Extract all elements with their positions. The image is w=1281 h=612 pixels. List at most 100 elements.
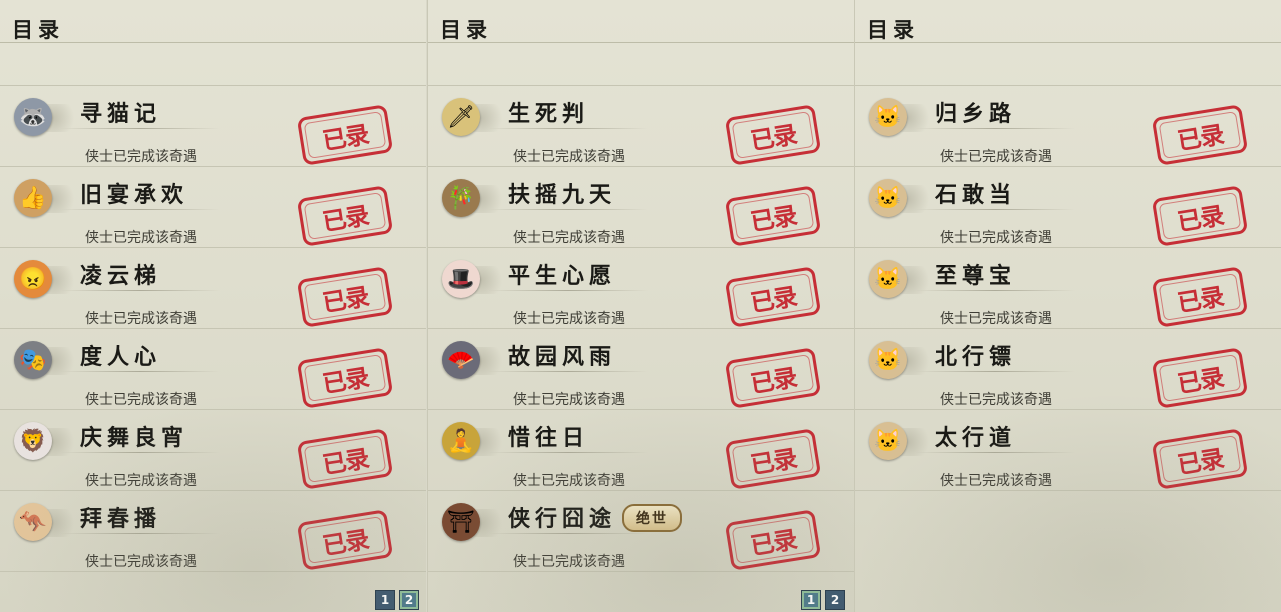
golden-buddha-icon: 🧘 — [442, 422, 480, 460]
adventure-entry[interactable]: 🦘 拜春播 侠士已完成该奇遇 已录 — [0, 490, 426, 572]
pavilion-icon: ⛩ — [442, 503, 480, 541]
page-header-title: 目录 — [867, 17, 919, 42]
adventure-status: 侠士已完成该奇遇 — [85, 392, 197, 408]
adventure-icon-frame: 🗡 — [440, 94, 508, 140]
adventure-title: 归乡路 — [935, 101, 1017, 127]
adventure-entry[interactable]: 🐱 石敢当 侠士已完成该奇遇 已录 — [855, 166, 1281, 247]
completed-stamp: 已录 — [1151, 428, 1249, 490]
page-2-button[interactable]: 2 — [399, 590, 419, 610]
adventure-entry[interactable]: ⛩ 侠行囧途 绝世 侠士已完成该奇遇 已录 — [428, 490, 854, 572]
completed-stamp: 已录 — [1151, 104, 1249, 166]
completed-stamp: 已录 — [724, 347, 822, 409]
completed-stamp: 已录 — [1151, 266, 1249, 328]
adventure-entry[interactable]: 😠 凌云梯 侠士已完成该奇遇 已录 — [0, 247, 426, 328]
adventure-title: 生死判 — [508, 101, 590, 127]
adventure-entry[interactable]: 🐱 北行镖 侠士已完成该奇遇 已录 — [855, 328, 1281, 409]
adventure-title: 寻猫记 — [80, 101, 162, 127]
completed-stamp: 已录 — [296, 428, 394, 490]
bamboo-icon: 🎋 — [442, 179, 480, 217]
adventure-status: 侠士已完成该奇遇 — [85, 554, 197, 570]
completed-stamp: 已录 — [296, 185, 394, 247]
completed-stamp: 已录 — [724, 185, 822, 247]
adventure-entry[interactable]: 🦝 寻猫记 侠士已完成该奇遇 已录 — [0, 85, 426, 166]
adventure-title: 惜往日 — [508, 425, 590, 451]
cat-icon: 🐱 — [869, 341, 907, 379]
adventure-entry[interactable]: 🎋 扶摇九天 侠士已完成该奇遇 已录 — [428, 166, 854, 247]
adventure-status: 侠士已完成该奇遇 — [940, 311, 1052, 327]
adventure-list: 🦝 寻猫记 侠士已完成该奇遇 已录 👍 旧宴承欢 侠士已完成该奇遇 已录 😠 凌… — [0, 85, 426, 572]
adventure-icon-frame: 🎋 — [440, 175, 508, 221]
adventure-icon-frame: ⛩ — [440, 499, 508, 545]
adventure-entry[interactable]: 🐱 至尊宝 侠士已完成该奇遇 已录 — [855, 247, 1281, 328]
adventure-title: 平生心愿 — [508, 263, 617, 289]
adventure-status: 侠士已完成该奇遇 — [85, 473, 197, 489]
adventure-status: 侠士已完成该奇遇 — [513, 230, 625, 246]
adventure-entry[interactable]: 🎩 平生心愿 侠士已完成该奇遇 已录 — [428, 247, 854, 328]
unique-rarity-badge: 绝世 — [622, 504, 682, 532]
adventure-title: 北行镖 — [935, 344, 1017, 370]
adventure-icon-frame: 🧘 — [440, 418, 508, 464]
adventure-title: 石敢当 — [935, 182, 1017, 208]
completed-stamp: 已录 — [296, 266, 394, 328]
raccoon-icon: 🦝 — [14, 98, 52, 136]
adventure-entry[interactable]: 🗡 生死判 侠士已完成该奇遇 已录 — [428, 85, 854, 166]
adventure-icon-frame: 🎭 — [12, 337, 80, 383]
adventure-title: 扶摇九天 — [508, 182, 617, 208]
adventure-entry[interactable]: 🐱 归乡路 侠士已完成该奇遇 已录 — [855, 85, 1281, 166]
completed-stamp: 已录 — [296, 347, 394, 409]
adventure-status: 侠士已完成该奇遇 — [85, 311, 197, 327]
adventure-entry[interactable]: 🦁 庆舞良宵 侠士已完成该奇遇 已录 — [0, 409, 426, 490]
adventure-status: 侠士已完成该奇遇 — [85, 149, 197, 165]
adventure-icon-frame: 🐱 — [867, 418, 935, 464]
lion-dance-icon: 🦁 — [14, 422, 52, 460]
adventure-icon-frame: 🐱 — [867, 256, 935, 302]
journal-page-1: 目录 🦝 寻猫记 侠士已完成该奇遇 已录 👍 旧宴承欢 侠士已完成该奇遇 已录 … — [0, 0, 426, 612]
completed-stamp: 已录 — [296, 509, 394, 571]
adventure-title: 至尊宝 — [935, 263, 1017, 289]
adventure-icon-frame: 🐱 — [867, 94, 935, 140]
adventure-entry[interactable]: 🪭 故园风雨 侠士已完成该奇遇 已录 — [428, 328, 854, 409]
adventure-title: 太行道 — [935, 425, 1017, 451]
adventure-status: 侠士已完成该奇遇 — [513, 149, 625, 165]
page-header: 目录 — [855, 12, 1281, 43]
completed-stamp: 已录 — [1151, 185, 1249, 247]
adventure-icon-frame: 🦁 — [12, 418, 80, 464]
adventure-list: 🗡 生死判 侠士已完成该奇遇 已录 🎋 扶摇九天 侠士已完成该奇遇 已录 🎩 平… — [428, 85, 854, 572]
official-character-icon: 🎩 — [442, 260, 480, 298]
adventure-icon-frame: 🪭 — [440, 337, 508, 383]
adventure-title: 度人心 — [80, 344, 162, 370]
page-1-button[interactable]: 1 — [375, 590, 395, 610]
page-navigator: 1 2 — [375, 590, 419, 610]
adventure-status: 侠士已完成该奇遇 — [940, 230, 1052, 246]
thumbs-up-icon: 👍 — [14, 179, 52, 217]
adventure-status: 侠士已完成该奇遇 — [513, 473, 625, 489]
page-header: 目录 — [428, 12, 854, 43]
page-header-title: 目录 — [12, 17, 64, 42]
page-1-button[interactable]: 1 — [801, 590, 821, 610]
adventure-title: 拜春播 — [80, 506, 162, 532]
completed-stamp: 已录 — [1151, 347, 1249, 409]
adventure-status: 侠士已完成该奇遇 — [513, 311, 625, 327]
adventure-list: 🐱 归乡路 侠士已完成该奇遇 已录 🐱 石敢当 侠士已完成该奇遇 已录 🐱 至尊… — [855, 85, 1281, 491]
adventure-icon-frame: 😠 — [12, 256, 80, 302]
adventure-status: 侠士已完成该奇遇 — [513, 392, 625, 408]
adventure-status: 侠士已完成该奇遇 — [513, 554, 625, 570]
adventure-entry[interactable]: 🎭 度人心 侠士已完成该奇遇 已录 — [0, 328, 426, 409]
adventure-icon-frame: 🐱 — [867, 337, 935, 383]
completed-stamp: 已录 — [724, 266, 822, 328]
adventure-icon-frame: 🎩 — [440, 256, 508, 302]
page-2-button[interactable]: 2 — [825, 590, 845, 610]
cat-icon: 🐱 — [869, 422, 907, 460]
adventure-entry[interactable]: 👍 旧宴承欢 侠士已完成该奇遇 已录 — [0, 166, 426, 247]
adventure-entry[interactable]: 🧘 惜往日 侠士已完成该奇遇 已录 — [428, 409, 854, 490]
adventure-icon-frame: 🦘 — [12, 499, 80, 545]
page-navigator: 1 2 — [801, 590, 845, 610]
adventure-entry[interactable]: 🐱 太行道 侠士已完成该奇遇 已录 — [855, 409, 1281, 491]
adventure-title: 庆舞良宵 — [80, 425, 189, 451]
adventure-title: 侠行囧途 — [508, 506, 617, 532]
journal-page-3: 目录 🐱 归乡路 侠士已完成该奇遇 已录 🐱 石敢当 侠士已完成该奇遇 已录 🐱… — [854, 0, 1281, 612]
adventure-status: 侠士已完成该奇遇 — [940, 149, 1052, 165]
completed-stamp: 已录 — [724, 104, 822, 166]
adventure-title: 故园风雨 — [508, 344, 617, 370]
adventure-title: 旧宴承欢 — [80, 182, 189, 208]
